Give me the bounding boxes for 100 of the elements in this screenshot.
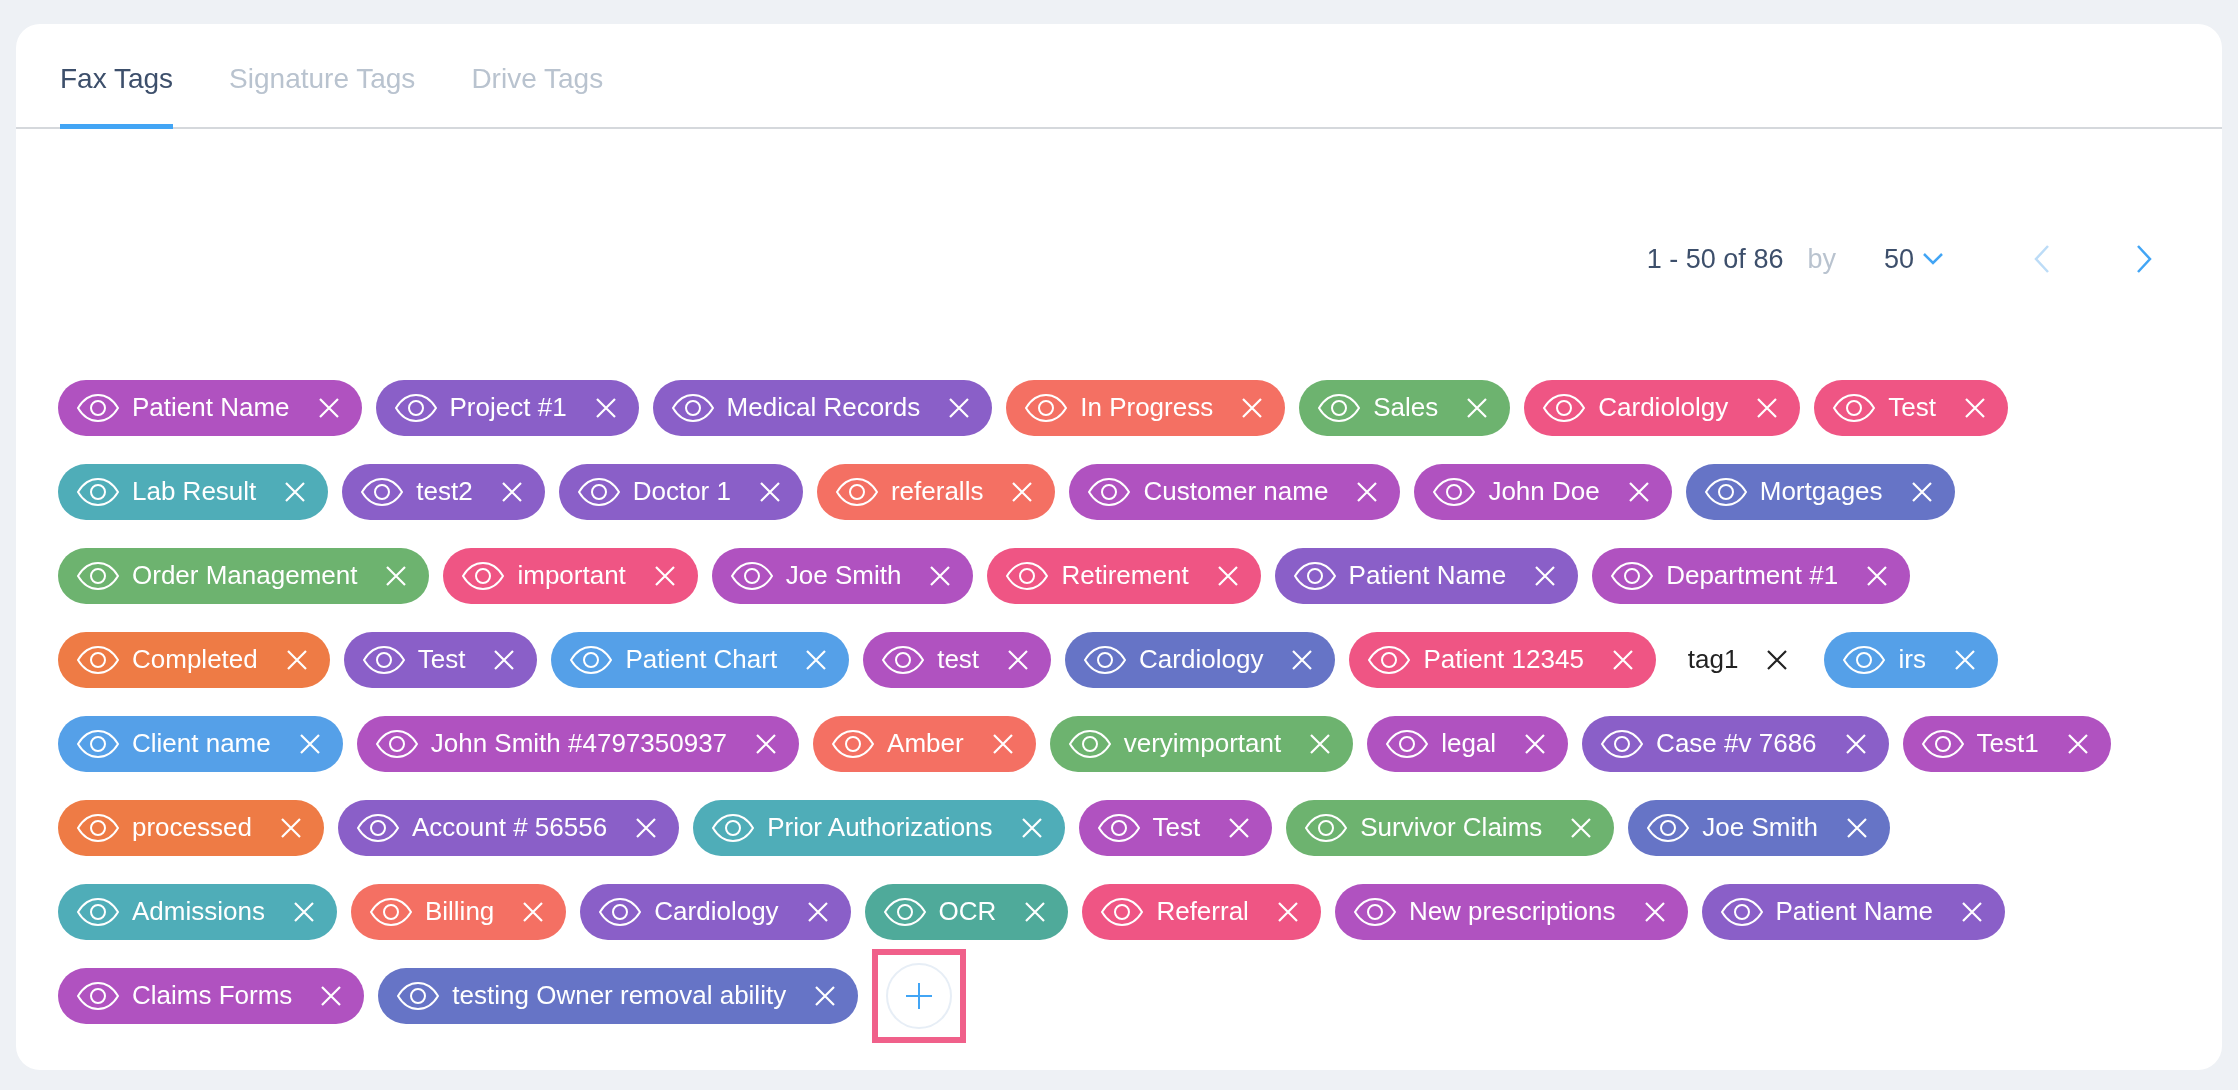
tag-label: Patient Name — [1348, 559, 1507, 592]
by-label: by — [1807, 243, 1836, 276]
eye-icon[interactable] — [1087, 476, 1132, 507]
tag-label: John Doe — [1488, 475, 1600, 508]
eye-icon[interactable] — [1610, 560, 1655, 591]
eye-icon[interactable] — [368, 896, 413, 927]
tag-label: Lab Result — [132, 475, 257, 508]
tag-label: Sales — [1373, 391, 1439, 424]
tag-label: Cardiology — [1139, 643, 1264, 676]
tag-label: irs — [1898, 643, 1926, 676]
eye-icon[interactable] — [461, 560, 506, 591]
tag-label: OCR — [938, 895, 997, 928]
eye-icon[interactable] — [670, 392, 715, 423]
eye-icon[interactable] — [1100, 896, 1145, 927]
eye-icon[interactable] — [1542, 392, 1587, 423]
eye-icon[interactable] — [1600, 728, 1645, 759]
eye-icon[interactable] — [1083, 644, 1128, 675]
tag-label: testing Owner removal ability — [452, 979, 787, 1012]
eye-icon[interactable] — [393, 392, 438, 423]
tag-label: Case #v 7686 — [1656, 727, 1817, 760]
tab[interactable]: Fax Tags — [60, 24, 174, 129]
tag-label: Cardiololgy — [1598, 391, 1729, 424]
eye-icon[interactable] — [1385, 728, 1430, 759]
tag-label: veryimportant — [1123, 727, 1282, 760]
eye-icon[interactable] — [76, 980, 120, 1011]
next-page-button[interactable] — [2136, 244, 2152, 275]
tag-label: Patient Name — [132, 391, 290, 424]
tag-label: Referral — [1156, 895, 1249, 928]
eye-icon[interactable] — [1432, 476, 1477, 507]
eye-icon[interactable] — [360, 476, 405, 507]
eye-icon[interactable] — [1719, 896, 1764, 927]
eye-icon[interactable] — [831, 728, 876, 759]
tag-label: test — [937, 643, 980, 676]
tag-label: Patient 12345 — [1423, 643, 1584, 676]
tag-label: Department #1 — [1666, 559, 1839, 592]
eye-icon[interactable] — [76, 728, 120, 759]
tag-label: Test — [417, 643, 466, 676]
eye-icon[interactable] — [1646, 812, 1691, 843]
eye-icon[interactable] — [881, 644, 926, 675]
page-size-dropdown[interactable]: 50 — [1883, 239, 1944, 280]
eye-icon[interactable] — [1096, 812, 1141, 843]
close-icon[interactable] — [1766, 648, 1789, 671]
tag-label: Order Management — [132, 559, 358, 592]
tag-label: Medical Records — [726, 391, 921, 424]
eye-icon[interactable] — [1352, 896, 1397, 927]
tag-label: important — [517, 559, 626, 592]
eye-icon[interactable] — [1067, 728, 1112, 759]
page-range-text: 1 - 50 of 86 — [1646, 243, 1784, 276]
eye-icon[interactable] — [1367, 644, 1412, 675]
eye-icon[interactable] — [569, 644, 614, 675]
eye-icon[interactable] — [711, 812, 756, 843]
tag-label: Joe Smith — [1702, 811, 1818, 844]
eye-icon[interactable] — [1005, 560, 1050, 591]
eye-icon[interactable] — [76, 392, 120, 423]
tag-label: Prior Authorizations — [767, 811, 993, 844]
tag-label: Amber — [887, 727, 964, 760]
eye-icon[interactable] — [355, 812, 400, 843]
eye-icon[interactable] — [76, 812, 120, 843]
eye-icon[interactable] — [1304, 812, 1349, 843]
eye-icon[interactable] — [361, 644, 406, 675]
eye-icon[interactable] — [598, 896, 643, 927]
eye-icon[interactable] — [76, 476, 120, 507]
tag-label: Cardiology — [654, 895, 779, 928]
tag-label: Test — [1152, 811, 1201, 844]
tag-label: Survivor Claims — [1360, 811, 1543, 844]
tag-label: Project #1 — [449, 391, 567, 424]
eye-icon[interactable] — [882, 896, 927, 927]
eye-icon[interactable] — [1703, 476, 1748, 507]
tag-label: tag1 — [1687, 643, 1739, 676]
eye-icon[interactable] — [76, 560, 120, 591]
eye-icon[interactable] — [1920, 728, 1965, 759]
tag-label: processed — [132, 811, 252, 844]
tag-label: Billing — [424, 895, 495, 928]
eye-icon[interactable] — [76, 644, 120, 675]
tag-label: Completed — [132, 643, 258, 676]
tag-label: New prescriptions — [1408, 895, 1616, 928]
eye-icon[interactable] — [374, 728, 419, 759]
tag-label: referalls — [890, 475, 984, 508]
eye-icon[interactable] — [396, 980, 441, 1011]
tag-label: Claims Forms — [132, 979, 293, 1012]
eye-icon[interactable] — [76, 896, 120, 927]
eye-icon[interactable] — [834, 476, 879, 507]
plus-icon — [905, 981, 934, 1010]
tag-label: Patient Name — [1775, 895, 1934, 928]
tag-label: Patient Chart — [625, 643, 778, 676]
tag-label: Joe Smith — [785, 559, 902, 592]
eye-icon[interactable] — [1832, 392, 1877, 423]
eye-icon[interactable] — [576, 476, 621, 507]
tag-label: Test1 — [1976, 727, 2039, 760]
eye-icon[interactable] — [729, 560, 774, 591]
tag-label: Test — [1888, 391, 1936, 424]
tag-label: John Smith #4797350937 — [430, 727, 728, 760]
chevron-down-icon — [1922, 252, 1944, 267]
eye-icon[interactable] — [1317, 392, 1362, 423]
eye-icon[interactable] — [1024, 392, 1069, 423]
eye-icon[interactable] — [1292, 560, 1337, 591]
tag-label: Client name — [132, 727, 271, 760]
tag-label: Account # 56556 — [411, 811, 608, 844]
tag-label: Admissions — [132, 895, 265, 928]
eye-icon[interactable] — [1842, 644, 1887, 675]
